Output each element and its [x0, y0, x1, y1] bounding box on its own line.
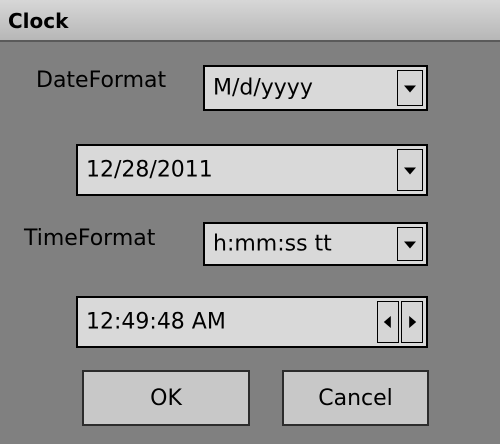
date-format-label: DateFormat	[36, 68, 167, 93]
chevron-left-icon[interactable]	[377, 301, 399, 343]
date-format-value: M/d/yyyy	[213, 75, 313, 101]
clock-dialog: Clock DateFormat M/d/yyyy 12/28/2011 Tim…	[0, 0, 500, 444]
title-bar[interactable]: Clock	[0, 0, 500, 42]
chevron-down-icon[interactable]	[397, 149, 423, 191]
time-format-label: TimeFormat	[24, 226, 156, 251]
chevron-right-icon[interactable]	[401, 301, 423, 343]
time-format-select[interactable]: h:mm:ss tt	[203, 222, 428, 266]
window-title: Clock	[8, 9, 69, 33]
time-picker[interactable]: 12:49:48 AM	[76, 296, 428, 348]
cancel-button[interactable]: Cancel	[282, 370, 429, 426]
date-value: 12/28/2011	[86, 157, 213, 183]
chevron-down-icon[interactable]	[397, 227, 423, 261]
date-picker[interactable]: 12/28/2011	[76, 144, 428, 196]
time-value: 12:49:48 AM	[86, 309, 226, 335]
date-format-select[interactable]: M/d/yyyy	[203, 65, 428, 111]
ok-button[interactable]: OK	[82, 370, 250, 426]
time-format-value: h:mm:ss tt	[213, 231, 332, 257]
chevron-down-icon[interactable]	[397, 70, 423, 106]
